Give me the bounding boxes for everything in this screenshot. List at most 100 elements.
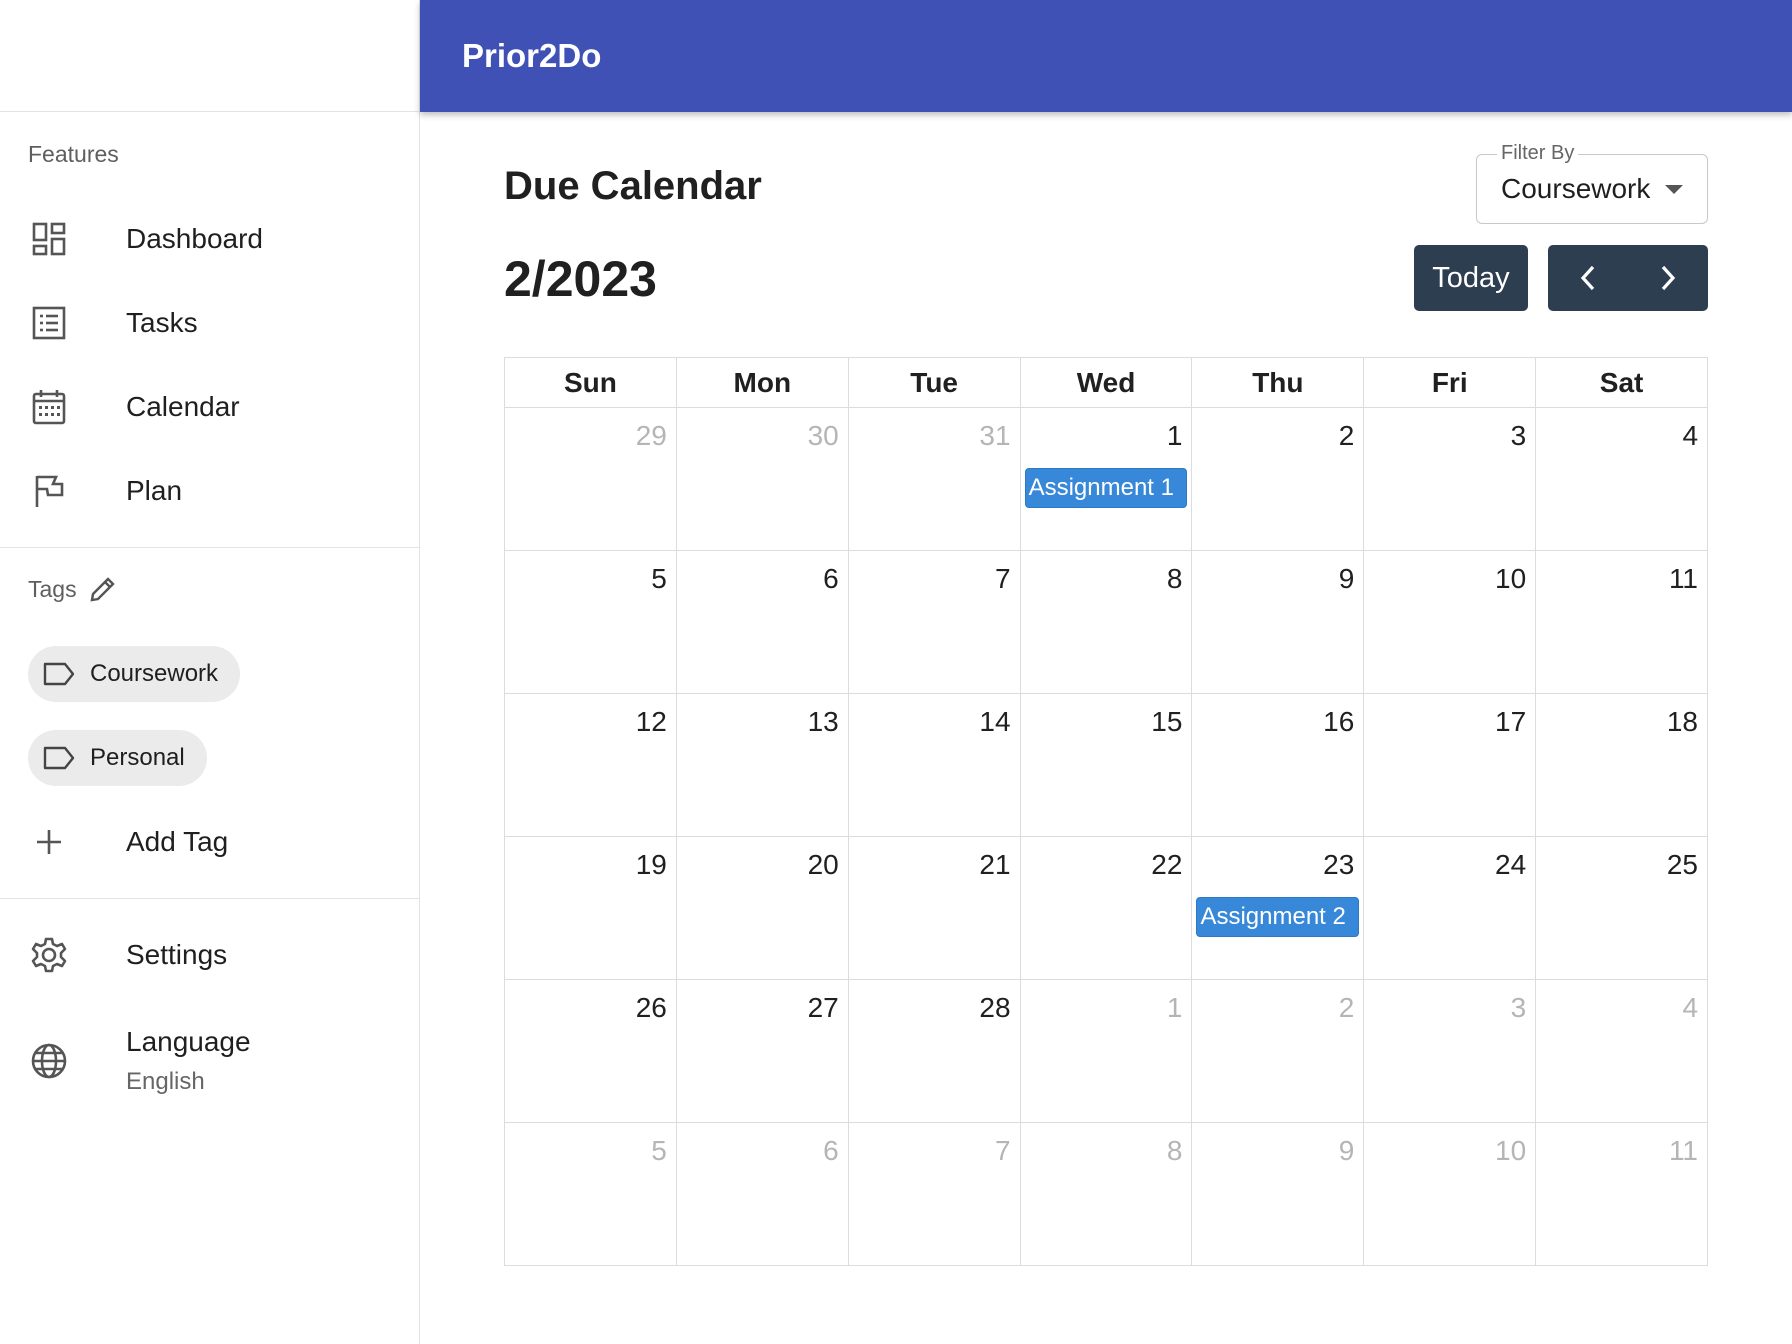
calendar-day-cell-outside-month[interactable]: 2 [1192, 980, 1365, 1123]
day-number: 18 [1666, 706, 1699, 737]
calendar-day-cell[interactable]: 2 [1192, 408, 1365, 551]
next-month-button[interactable] [1628, 245, 1708, 311]
day-number: 4 [1682, 420, 1699, 451]
day-number: 4 [1682, 992, 1699, 1023]
sidebar-item-calendar[interactable]: Calendar [0, 371, 419, 443]
calendar-day-cell-outside-month[interactable]: 7 [848, 1123, 1021, 1266]
calendar-day-cell[interactable]: 7 [848, 551, 1021, 694]
day-number: 28 [979, 992, 1011, 1023]
calendar-day-cell[interactable]: 20 [676, 837, 849, 980]
plus-icon [28, 821, 70, 863]
calendar-day-cell-outside-month[interactable]: 29 [505, 408, 677, 551]
calendar-day-cell[interactable]: 12 [505, 694, 677, 837]
calendar-day-cell[interactable]: 23 Assignment 2 [1192, 837, 1365, 980]
day-number: 17 [1495, 706, 1527, 737]
calendar-day-cell-outside-month[interactable]: 11 [1536, 1123, 1709, 1266]
calendar-event[interactable]: Assignment 1 [1024, 468, 1188, 508]
flag-icon [28, 470, 70, 512]
calendar-event[interactable]: Assignment 2 [1196, 897, 1360, 937]
calendar-day-cell-outside-month[interactable]: 8 [1020, 1123, 1193, 1266]
filter-value: Coursework [1501, 173, 1651, 204]
sidebar-item-settings[interactable]: Settings [0, 919, 419, 991]
calendar-day-cell-outside-month[interactable]: 4 [1536, 980, 1709, 1123]
day-number: 3 [1510, 992, 1527, 1023]
sidebar-item-label: Calendar [126, 391, 240, 422]
calendar-day-cell[interactable]: 3 [1364, 408, 1537, 551]
calendar-day-cell-outside-month[interactable]: 31 [848, 408, 1021, 551]
calendar-week-row: 19 20 21 22 23 Assignment 2 24 25 [505, 837, 1709, 980]
calendar-day-cell[interactable]: 16 [1192, 694, 1365, 837]
month-nav-group [1548, 245, 1708, 311]
sidebar-item-language[interactable]: Language English [0, 1018, 419, 1104]
calendar-day-cell[interactable]: 26 [505, 980, 677, 1123]
day-number: 7 [995, 563, 1011, 594]
sidebar-item-dashboard[interactable]: Dashboard [0, 203, 419, 275]
calendar-day-cell[interactable]: 6 [676, 551, 849, 694]
month-title: 2/2023 [504, 251, 657, 307]
filter-legend: Filter By [1497, 142, 1579, 165]
calendar-day-cell-outside-month[interactable]: 6 [676, 1123, 849, 1266]
calendar-day-cell[interactable]: 1 Assignment 1 [1020, 408, 1193, 551]
day-number: 20 [807, 849, 839, 880]
day-number: 2 [1338, 992, 1355, 1023]
calendar-day-cell[interactable]: 8 [1020, 551, 1193, 694]
tag-chip-coursework[interactable]: Coursework [28, 646, 241, 702]
day-number: 9 [1338, 563, 1355, 594]
today-button[interactable]: Today [1414, 245, 1528, 311]
tag-chip-personal[interactable]: Personal [28, 730, 207, 786]
sidebar-divider [0, 547, 419, 548]
calendar-day-cell[interactable]: 19 [505, 837, 677, 980]
calendar-day-cell-outside-month[interactable]: 10 [1364, 1123, 1537, 1266]
sidebar-item-tasks[interactable]: Tasks [0, 287, 419, 359]
sidebar-item-label: Plan [126, 475, 183, 506]
calendar-day-cell[interactable]: 13 [676, 694, 849, 837]
day-number: 22 [1151, 849, 1183, 880]
day-number: 5 [651, 1135, 667, 1166]
calendar-day-cell-outside-month[interactable]: 3 [1364, 980, 1537, 1123]
language-value: English [126, 1068, 205, 1095]
prev-month-button[interactable] [1548, 245, 1628, 311]
filter-select[interactable]: Filter By Coursework [1476, 142, 1708, 224]
calendar-week-row: 26 27 28 1 2 3 4 [505, 980, 1709, 1123]
calendar-day-cell[interactable]: 22 [1020, 837, 1193, 980]
day-number: 8 [1166, 563, 1183, 594]
day-number: 5 [651, 563, 667, 594]
calendar-day-cell[interactable]: 15 [1020, 694, 1193, 837]
day-number: 11 [1668, 1135, 1699, 1166]
calendar-icon [28, 386, 70, 428]
day-number: 9 [1338, 1135, 1355, 1166]
calendar-day-cell-outside-month[interactable]: 1 [1020, 980, 1193, 1123]
sidebar-item-plan[interactable]: Plan [0, 455, 419, 527]
calendar-day-cell[interactable]: 25 [1536, 837, 1709, 980]
dashboard-icon [28, 218, 70, 260]
calendar-day-cell[interactable]: 28 [848, 980, 1021, 1123]
calendar-day-cell[interactable]: 14 [848, 694, 1021, 837]
weekday-header-cell: Mon [676, 358, 849, 408]
day-number: 10 [1495, 563, 1527, 594]
day-number: 27 [807, 992, 839, 1023]
calendar-day-cell[interactable]: 24 [1364, 837, 1537, 980]
calendar-day-cell[interactable]: 11 [1536, 551, 1709, 694]
language-label: Language [126, 1026, 251, 1057]
calendar-day-cell[interactable]: 5 [505, 551, 677, 694]
calendar-day-cell[interactable]: 4 [1536, 408, 1709, 551]
calendar-day-cell-outside-month[interactable]: 9 [1192, 1123, 1365, 1266]
calendar-day-cell[interactable]: 10 [1364, 551, 1537, 694]
calendar-day-cell[interactable]: 18 [1536, 694, 1709, 837]
month-calendar: Sun Mon Tue Wed Thu Fri Sat 29 30 31 1 Assignment … [504, 357, 1709, 1266]
day-number: 3 [1510, 420, 1527, 451]
calendar-day-cell-outside-month[interactable]: 5 [505, 1123, 677, 1266]
sidebar-divider [0, 898, 419, 899]
chevron-right-icon [1661, 265, 1676, 291]
settings-label: Settings [126, 939, 228, 970]
weekday-header-cell: Tue [848, 358, 1021, 408]
edit-tags-icon[interactable] [89, 575, 117, 603]
day-number: 2 [1338, 420, 1355, 451]
calendar-day-cell[interactable]: 9 [1192, 551, 1365, 694]
calendar-day-cell[interactable]: 21 [848, 837, 1021, 980]
calendar-day-cell-outside-month[interactable]: 30 [676, 408, 849, 551]
add-tag-button[interactable]: Add Tag [0, 806, 419, 878]
calendar-day-cell[interactable]: 17 [1364, 694, 1537, 837]
calendar-day-cell[interactable]: 27 [676, 980, 849, 1123]
day-number: 30 [807, 420, 839, 451]
